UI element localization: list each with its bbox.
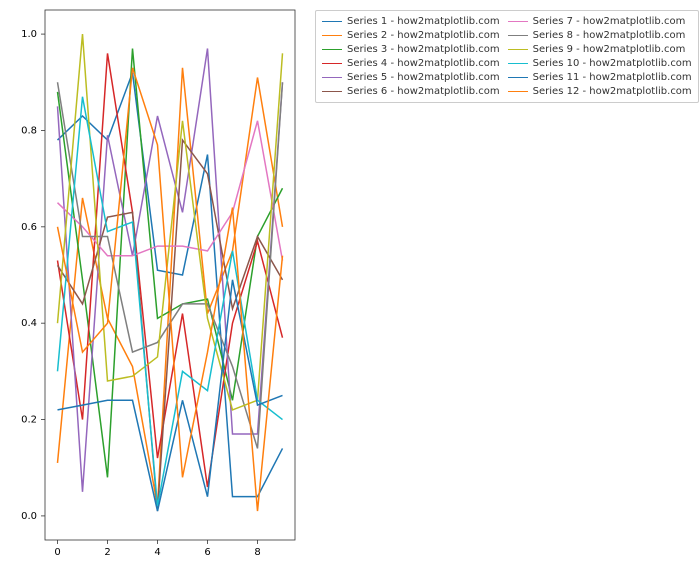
legend-item-s6: Series 6 - how2matplotlib.com [322, 85, 500, 98]
legend-swatch [322, 49, 342, 50]
legend-item-s3: Series 3 - how2matplotlib.com [322, 43, 500, 56]
legend-label: Series 7 - how2matplotlib.com [533, 15, 686, 28]
legend-label: Series 11 - how2matplotlib.com [533, 71, 692, 84]
legend: Series 1 - how2matplotlib.comSeries 2 - … [315, 10, 699, 103]
y-tick-label: 0.8 [21, 125, 37, 136]
legend-swatch [508, 91, 528, 92]
legend-item-s10: Series 10 - how2matplotlib.com [508, 57, 692, 70]
legend-label: Series 1 - how2matplotlib.com [347, 15, 500, 28]
legend-label: Series 8 - how2matplotlib.com [533, 29, 686, 42]
legend-swatch [508, 63, 528, 64]
legend-swatch [508, 35, 528, 36]
y-tick-label: 0.4 [21, 318, 37, 329]
legend-swatch [322, 63, 342, 64]
legend-label: Series 5 - how2matplotlib.com [347, 71, 500, 84]
x-tick-label: 6 [204, 547, 210, 558]
legend-swatch [508, 77, 528, 78]
legend-label: Series 2 - how2matplotlib.com [347, 29, 500, 42]
y-tick-label: 0.2 [21, 415, 37, 426]
legend-swatch [322, 91, 342, 92]
x-tick-label: 8 [254, 547, 260, 558]
legend-item-s9: Series 9 - how2matplotlib.com [508, 43, 692, 56]
x-tick-label: 2 [104, 547, 110, 558]
legend-item-s2: Series 2 - how2matplotlib.com [322, 29, 500, 42]
x-tick-label: 0 [54, 547, 60, 558]
legend-swatch [322, 21, 342, 22]
legend-label: Series 10 - how2matplotlib.com [533, 57, 692, 70]
legend-swatch [508, 49, 528, 50]
y-tick-label: 1.0 [21, 29, 37, 40]
legend-item-s8: Series 8 - how2matplotlib.com [508, 29, 692, 42]
legend-item-s1: Series 1 - how2matplotlib.com [322, 15, 500, 28]
x-tick-label: 4 [154, 547, 160, 558]
legend-label: Series 9 - how2matplotlib.com [533, 43, 686, 56]
legend-item-s7: Series 7 - how2matplotlib.com [508, 15, 692, 28]
y-tick-label: 0.0 [21, 511, 37, 522]
legend-item-s11: Series 11 - how2matplotlib.com [508, 71, 692, 84]
legend-item-s4: Series 4 - how2matplotlib.com [322, 57, 500, 70]
legend-swatch [322, 77, 342, 78]
legend-label: Series 12 - how2matplotlib.com [533, 85, 692, 98]
legend-label: Series 6 - how2matplotlib.com [347, 85, 500, 98]
legend-swatch [322, 35, 342, 36]
legend-swatch [508, 21, 528, 22]
y-tick-label: 0.6 [21, 222, 37, 233]
legend-label: Series 3 - how2matplotlib.com [347, 43, 500, 56]
legend-item-s5: Series 5 - how2matplotlib.com [322, 71, 500, 84]
legend-label: Series 4 - how2matplotlib.com [347, 57, 500, 70]
legend-item-s12: Series 12 - how2matplotlib.com [508, 85, 692, 98]
